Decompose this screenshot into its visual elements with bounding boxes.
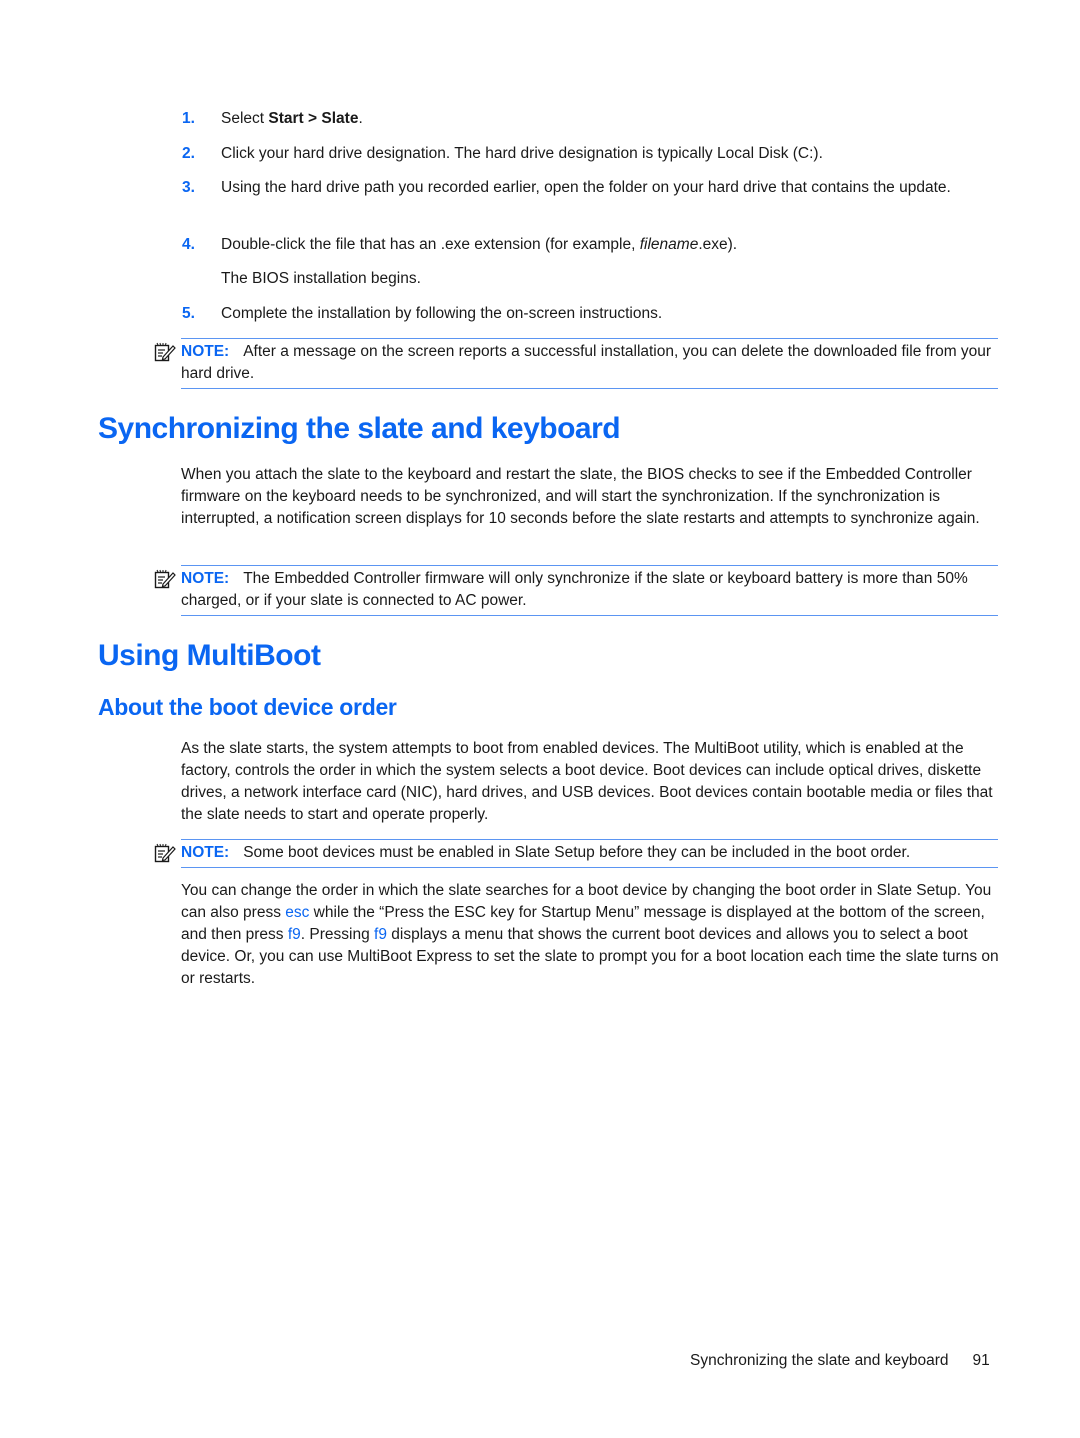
step-number: 3. bbox=[182, 179, 195, 196]
boot-order-paragraph: As the slate starts, the system attempts… bbox=[181, 740, 993, 823]
paragraph-text: . Pressing bbox=[300, 926, 375, 943]
note-text: The Embedded Controller firmware will on… bbox=[181, 570, 968, 609]
section-heading-multiboot: Using MultiBoot bbox=[98, 639, 321, 672]
boot-order-change-paragraph: You can change the order in which the sl… bbox=[181, 880, 1001, 990]
step-number: 5. bbox=[182, 305, 195, 322]
menu-path-slate: Slate bbox=[321, 110, 359, 127]
step-text: Select bbox=[221, 110, 269, 127]
section-heading-synchronizing: Synchronizing the slate and keyboard bbox=[98, 412, 621, 445]
footer-title: Synchronizing the slate and keyboard bbox=[690, 1352, 949, 1369]
step-number: 4. bbox=[182, 236, 195, 253]
note-icon bbox=[154, 843, 176, 863]
filename-placeholder: filename bbox=[639, 236, 699, 253]
key-f9: f9 bbox=[287, 926, 301, 943]
step-result: The BIOS installation begins. bbox=[221, 270, 421, 287]
step-text: Double-click the file that has an .exe e… bbox=[221, 236, 640, 253]
step-text: Click your hard drive designation. The h… bbox=[221, 145, 823, 162]
step-text-end: .exe). bbox=[698, 236, 738, 253]
page-number: 91 bbox=[972, 1352, 990, 1369]
step-text: Complete the installation by following t… bbox=[221, 305, 663, 322]
note-box: NOTE: The Embedded Controller firmware wi… bbox=[154, 565, 998, 616]
subsection-heading-boot-order: About the boot device order bbox=[98, 694, 397, 720]
note-icon bbox=[154, 569, 176, 589]
note-icon bbox=[154, 342, 176, 362]
step-number: 2. bbox=[182, 145, 195, 162]
page-footer: Synchronizing the slate and keyboard 91 bbox=[690, 1350, 990, 1372]
key-esc: esc bbox=[285, 904, 310, 921]
menu-path-start: Start bbox=[268, 110, 304, 127]
step-number: 1. bbox=[182, 110, 195, 127]
step-text: Using the hard drive path you recorded e… bbox=[221, 179, 951, 196]
note-label: NOTE: bbox=[181, 570, 230, 587]
note-box: NOTE: Some boot devices must be enabled i… bbox=[154, 839, 998, 868]
key-f9: f9 bbox=[374, 926, 387, 943]
note-label: NOTE: bbox=[181, 343, 230, 360]
note-text: After a message on the screen reports a … bbox=[181, 343, 992, 382]
note-text: Some boot devices must be enabled in Sla… bbox=[243, 844, 911, 861]
note-label: NOTE: bbox=[181, 844, 230, 861]
step-text-end: . bbox=[358, 110, 363, 127]
document-page: 1. Select Start > Slate. 2. Click your h… bbox=[0, 0, 1080, 1438]
sync-paragraph: When you attach the slate to the keyboar… bbox=[181, 466, 980, 527]
menu-path-separator: > bbox=[303, 110, 322, 127]
note-box: NOTE: After a message on the screen repor… bbox=[154, 338, 998, 389]
